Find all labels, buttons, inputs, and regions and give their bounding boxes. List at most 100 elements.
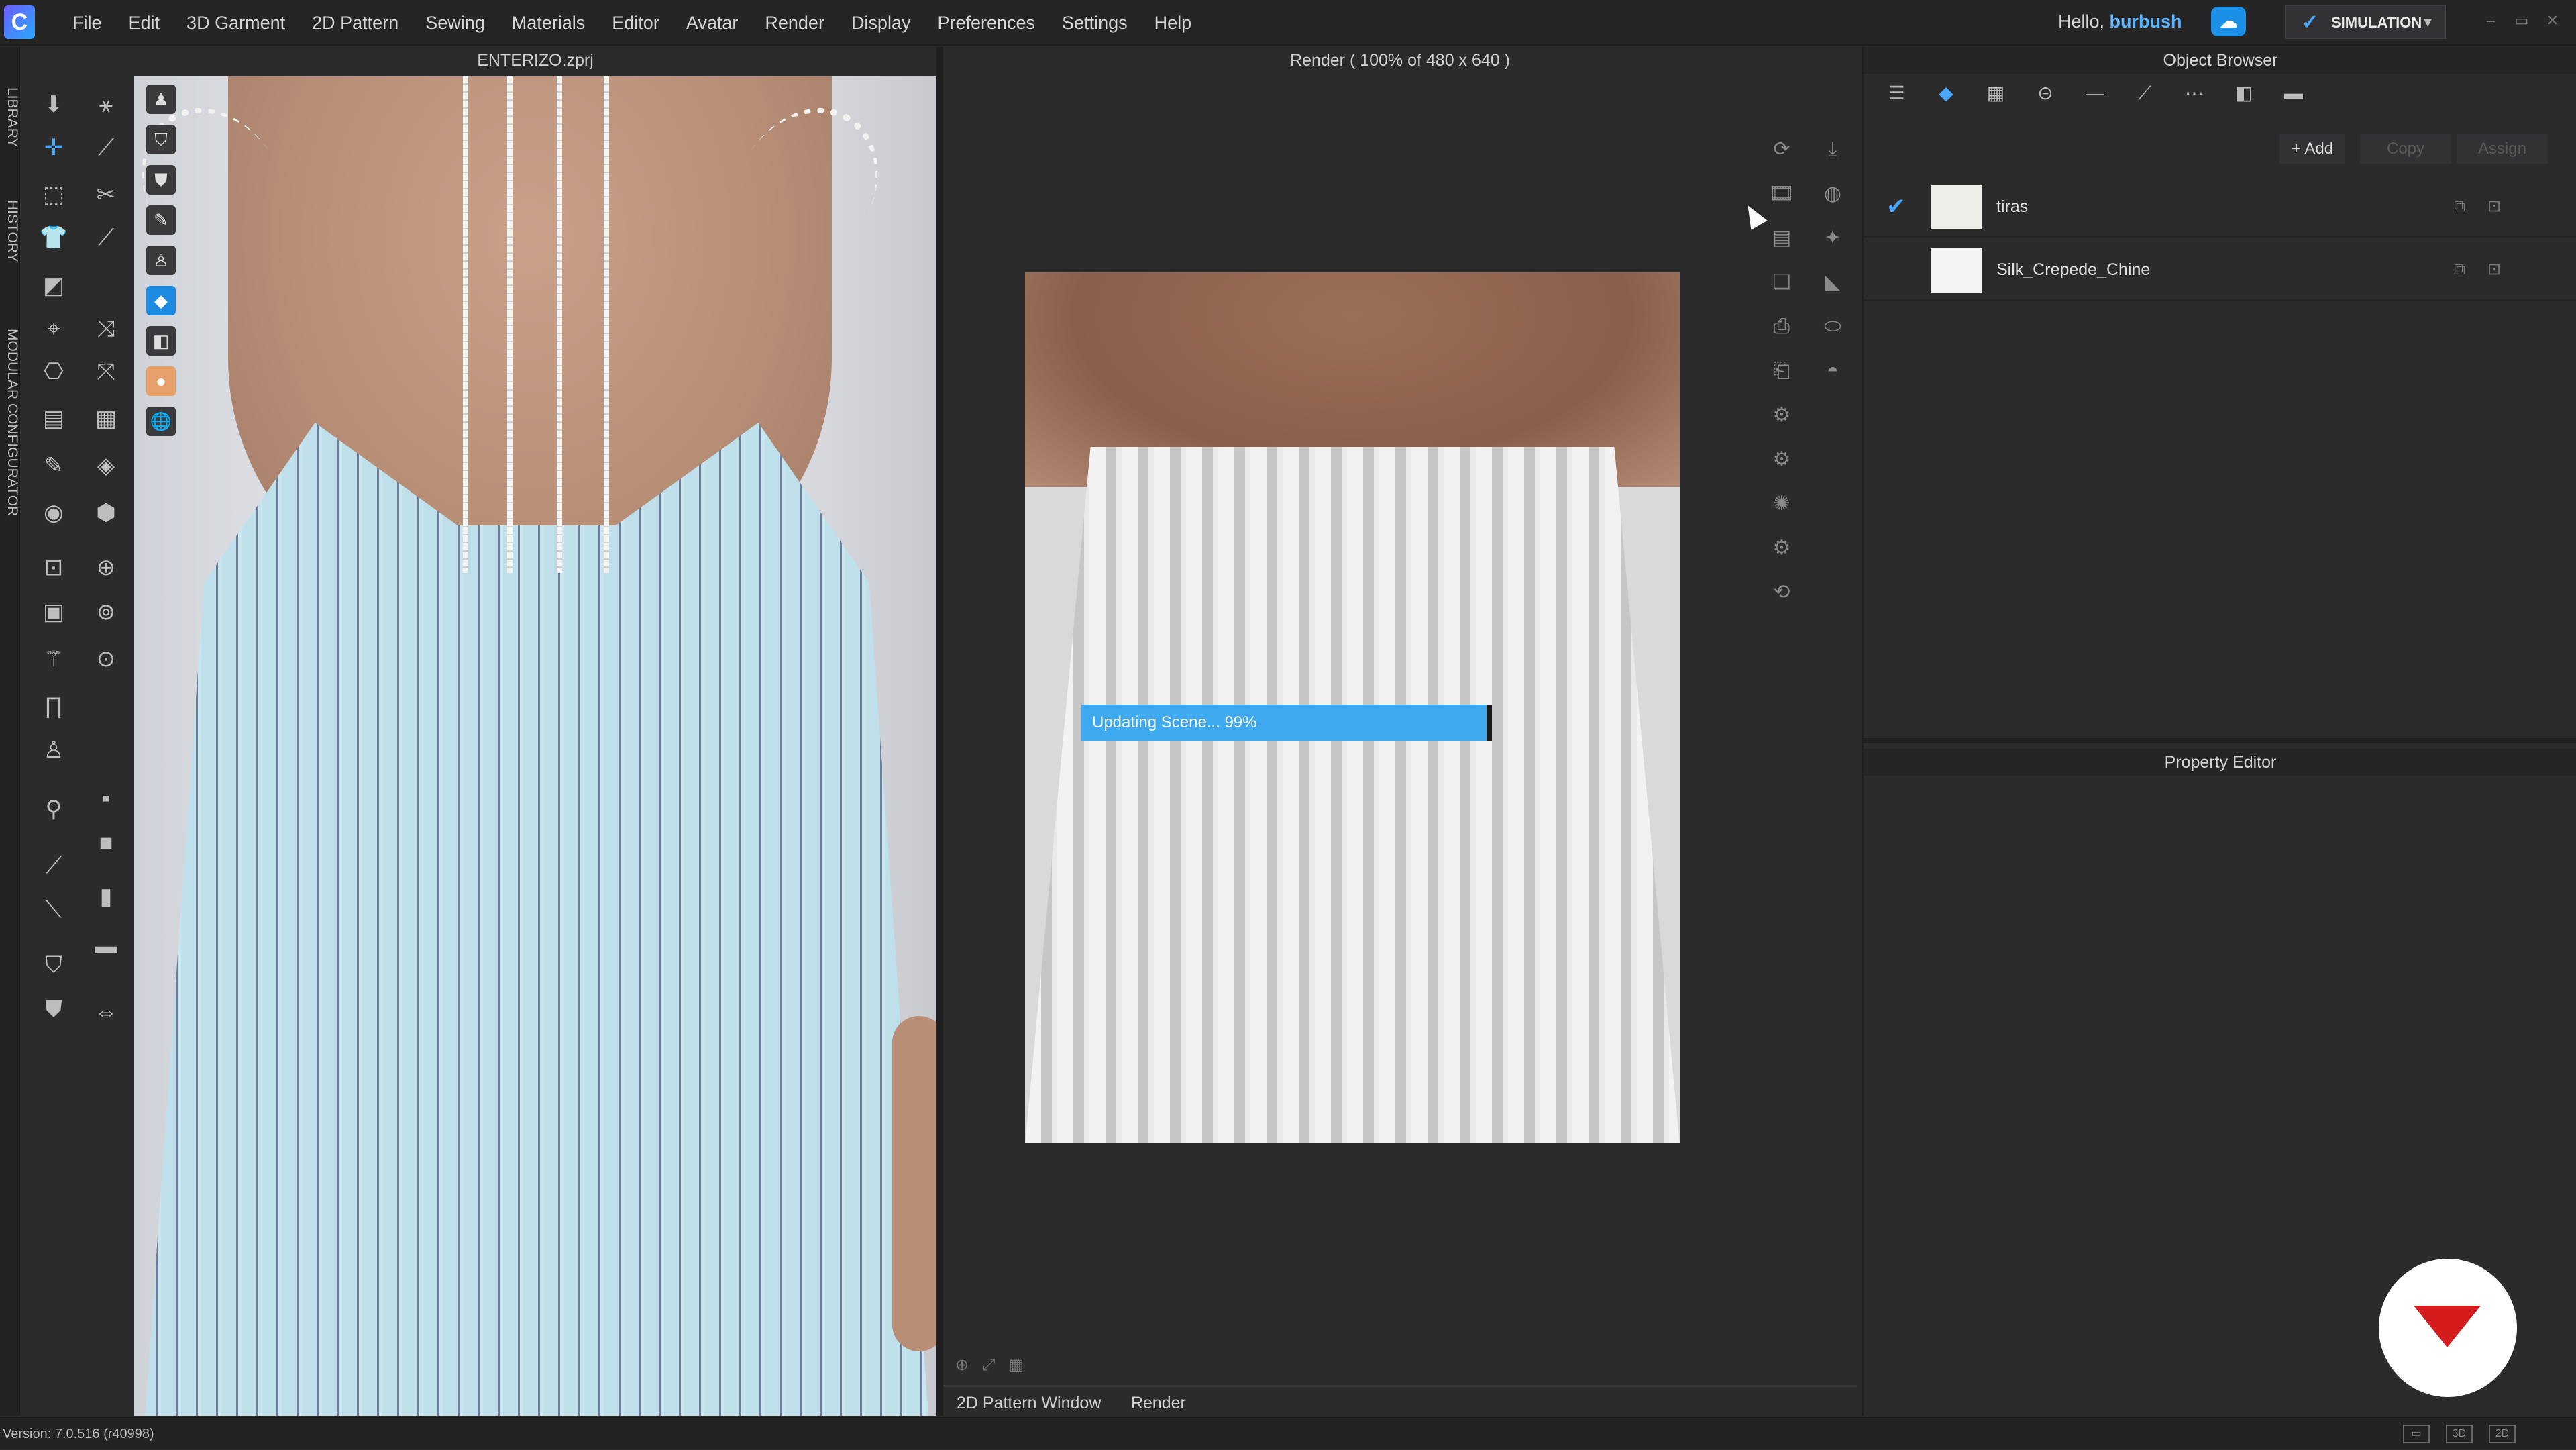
- list-icon[interactable]: ☰: [1872, 78, 1921, 109]
- tab-library[interactable]: LIBRARY: [0, 87, 20, 148]
- garment-3d-canvas[interactable]: ♟ ⛉ ⛊ ✎ ♙ ◆ ◧ ● 🌐: [134, 76, 936, 1416]
- brand-chat-button[interactable]: [2379, 1259, 2517, 1397]
- simulation-mode-button[interactable]: ✓ SIMULATION ▼: [2285, 5, 2446, 39]
- square-icon[interactable]: ■: [89, 825, 123, 860]
- button-icon[interactable]: ⊝: [2021, 78, 2070, 109]
- render-refresh-icon[interactable]: ⟳: [1763, 127, 1801, 172]
- fold-icon[interactable]: ◩: [36, 268, 71, 303]
- render-settings-2-icon[interactable]: ⚙: [1763, 437, 1801, 482]
- render-stack-icon[interactable]: ▤: [1763, 216, 1801, 260]
- button-place-icon[interactable]: ⊕: [89, 550, 123, 585]
- buttonhole-icon[interactable]: ⊚: [89, 594, 123, 629]
- menu-settings[interactable]: Settings: [1049, 0, 1141, 46]
- render-clapper-icon[interactable]: ⎗: [1763, 349, 1801, 393]
- measure-icon[interactable]: ▤: [36, 401, 71, 436]
- pose-display-icon[interactable]: ♙: [146, 246, 176, 275]
- menu-edit[interactable]: Edit: [115, 0, 174, 46]
- add-button[interactable]: + Add: [2279, 134, 2346, 164]
- segment-icon[interactable]: ✂: [89, 177, 123, 212]
- render-light-icon[interactable]: ✺: [1763, 482, 1801, 526]
- menu-editor[interactable]: Editor: [598, 0, 673, 46]
- trim-icon[interactable]: ▬: [2269, 78, 2318, 109]
- solid-display-icon[interactable]: ◆: [146, 286, 176, 315]
- menu-2d-pattern[interactable]: 2D Pattern: [299, 0, 412, 46]
- brush-icon[interactable]: ⟍: [36, 892, 71, 927]
- texture-display-icon[interactable]: ✎: [146, 205, 176, 235]
- delete-icon[interactable]: ⊡: [2487, 176, 2501, 238]
- menu-display[interactable]: Display: [838, 0, 924, 46]
- delete-icon[interactable]: ⊡: [2487, 239, 2501, 301]
- transform-icon[interactable]: ✛: [36, 130, 71, 165]
- assign-button[interactable]: Assign: [2457, 134, 2548, 164]
- menu-render[interactable]: Render: [751, 0, 838, 46]
- pants-icon[interactable]: ∏: [36, 688, 71, 723]
- grid-icon[interactable]: ▦: [1008, 1356, 1037, 1374]
- render-disk-icon[interactable]: ⬭: [1814, 305, 1851, 349]
- copy-button[interactable]: Copy: [2360, 134, 2451, 164]
- topstitch-icon[interactable]: —: [2070, 78, 2120, 109]
- edit-pattern-icon[interactable]: ⟋: [89, 130, 123, 165]
- menu-sewing[interactable]: Sewing: [412, 0, 498, 46]
- maximize-icon[interactable]: ▭: [2513, 12, 2530, 30]
- menu-file[interactable]: File: [59, 0, 115, 46]
- render-spot-icon[interactable]: ◣: [1814, 260, 1851, 305]
- render-video-icon[interactable]: ⟲: [1763, 570, 1801, 615]
- globe-display-icon[interactable]: 🌐: [146, 407, 176, 436]
- seam-icon[interactable]: ⟋: [89, 220, 123, 255]
- cloud-icon[interactable]: ☁: [2211, 7, 2246, 36]
- mesh-display-icon[interactable]: ⛊: [146, 165, 176, 195]
- graphic-icon[interactable]: ▦: [1971, 78, 2021, 109]
- menu-help[interactable]: Help: [1141, 0, 1205, 46]
- fabric-icon[interactable]: ◆: [1921, 78, 1971, 109]
- menu-preferences[interactable]: Preferences: [924, 0, 1049, 46]
- minimize-icon[interactable]: –: [2482, 12, 2500, 30]
- menu-3d-garment[interactable]: 3D Garment: [173, 0, 299, 46]
- hanger-icon[interactable]: ⚲: [36, 792, 71, 827]
- close-icon[interactable]: ✕: [2544, 12, 2561, 30]
- button-tool-icon[interactable]: ▣: [36, 594, 71, 629]
- render-batch-icon[interactable]: ⚙: [1763, 526, 1801, 570]
- fit-icon[interactable]: ⤢: [982, 1356, 1008, 1374]
- render-wand-icon[interactable]: ✦: [1814, 216, 1851, 260]
- render-sphere-icon[interactable]: ◍: [1814, 172, 1851, 216]
- view-mode-3d-icon[interactable]: 3D: [2446, 1425, 2473, 1443]
- select-move-icon[interactable]: ⬇: [36, 87, 71, 122]
- view-mode-2d-icon[interactable]: 2D: [2489, 1425, 2516, 1443]
- transform-arrows-icon[interactable]: ⇔: [89, 994, 123, 1029]
- avatar-icon[interactable]: ♙: [36, 733, 71, 768]
- viewport-splitter[interactable]: [936, 47, 943, 1416]
- app-logo[interactable]: C: [4, 5, 35, 39]
- duplicate-icon[interactable]: ⧉: [2454, 176, 2465, 238]
- avatar-display-icon[interactable]: ♟: [146, 85, 176, 114]
- eye-icon[interactable]: ◉: [36, 495, 71, 530]
- fabric-row[interactable]: ✔ tiras ⧉ ⊡: [1864, 176, 2576, 238]
- garment-icon[interactable]: 👕: [36, 220, 71, 255]
- render-settings-icon[interactable]: ⚙: [1763, 393, 1801, 437]
- pattern-grid-icon[interactable]: ◈: [89, 448, 123, 483]
- curve-icon[interactable]: ⤨: [89, 311, 123, 346]
- walk-icon[interactable]: ⚹: [89, 87, 123, 122]
- trim-place-icon[interactable]: ▪: [89, 781, 123, 816]
- jacket-icon[interactable]: ⛊: [36, 992, 71, 1027]
- render-dome-icon[interactable]: ◓: [1814, 349, 1851, 393]
- duplicate-icon[interactable]: ⧉: [2454, 239, 2465, 301]
- pin-icon[interactable]: ⌖: [36, 311, 71, 346]
- user-name[interactable]: burbush: [2110, 11, 2182, 32]
- fabric-row[interactable]: Silk_Crepede_Chine ⧉ ⊡: [1864, 239, 2576, 301]
- zoom-100-icon[interactable]: ⊕: [955, 1356, 982, 1374]
- tab-2d-pattern-window[interactable]: 2D Pattern Window: [943, 1387, 1114, 1419]
- shading-display-icon[interactable]: ◧: [146, 326, 176, 356]
- zipper-icon[interactable]: ⋯: [2169, 78, 2219, 109]
- strip-icon[interactable]: ▮: [89, 879, 123, 914]
- render-download-icon[interactable]: ⤓: [1814, 127, 1851, 172]
- panel-divider[interactable]: [1864, 738, 2576, 743]
- seam-taping-icon[interactable]: ⟋: [2120, 78, 2169, 109]
- render-pages-icon[interactable]: ❏: [1763, 260, 1801, 305]
- tack-icon[interactable]: ⎔: [36, 354, 71, 389]
- view-mode-split-icon[interactable]: ▭: [2403, 1425, 2430, 1443]
- top-icon[interactable]: ⛉: [36, 947, 71, 982]
- texture-icon[interactable]: ▦: [89, 401, 123, 436]
- pattern-icon[interactable]: ◧: [2219, 78, 2269, 109]
- zipper-icon[interactable]: ⊙: [89, 641, 123, 676]
- internal-line-icon[interactable]: ⤧: [89, 354, 123, 389]
